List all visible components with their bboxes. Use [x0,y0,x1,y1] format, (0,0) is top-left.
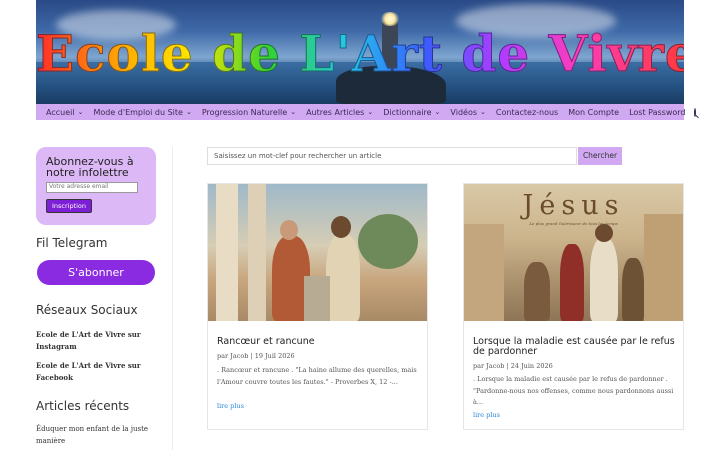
sidebar-divider [172,147,173,450]
article-search-button[interactable]: Chercher [578,147,622,165]
post-card: Rancœur et rancune par Jacob | 19 Juil 2… [207,183,428,430]
recent-article-link[interactable]: Éduquer mon enfant de la juste manière [36,423,161,447]
nav-item-label: Vidéos [450,107,478,117]
figure-right [326,234,360,321]
column [248,184,266,321]
post-card: Jésus Le plus grand Guérisseur de tous l… [463,183,684,430]
nav-item-vid-os[interactable]: Vidéos ⌄ [450,108,485,117]
post-meta: par Jacob | 24 Juin 2026 [473,362,553,370]
telegram-heading: Fil Telegram [36,236,108,250]
chevron-down-icon: ⌄ [185,108,192,116]
building [644,214,683,321]
figure [622,258,644,321]
read-more-link[interactable]: lire plus [217,402,244,410]
chevron-down-icon: ⌄ [367,108,374,116]
newsletter-submit-button[interactable]: Inscription [46,199,92,213]
newsletter-email-field[interactable]: Votre adresse email [46,182,138,193]
nav-item-label: Mon Compte [568,107,620,117]
search-icon[interactable] [693,107,696,117]
figure [560,244,584,321]
nav-item-label: Autres Articles [306,107,365,117]
site-title[interactable]: Ecole de L'Art de Vivre [36,25,684,82]
nav-item-label: Mode d'Emploi du Site [93,107,183,117]
chevron-down-icon: ⌄ [480,108,486,116]
well [304,276,330,321]
nav-item-mode-d-emploi-du-site[interactable]: Mode d'Emploi du Site ⌄ [93,108,191,117]
chevron-down-icon: ⌄ [290,108,297,116]
post-excerpt: . Rancœur et rancune . "La haine allume … [217,366,417,386]
nav-item-progression-naturelle[interactable]: Progression Naturelle ⌄ [202,108,296,117]
newsletter-title: Abonnez-vous à notre infolettre [46,155,134,179]
post-title[interactable]: Rancœur et rancune [217,337,422,347]
figure-jesus [590,238,618,321]
main-nav: Accueil ⌄ Mode d'Emploi du Site ⌄ Progressio… [36,104,696,120]
social-heading: Réseaux Sociaux [36,303,138,317]
social-link-instagram[interactable]: Ecole de L'Art de Vivre sur Instagram [36,329,161,353]
column [216,184,238,321]
post-title[interactable]: Lorsque la maladie est causée par le ref… [473,337,678,357]
nav-item-lost-password[interactable]: Lost Password [629,108,685,117]
nav-item-dictionnaire[interactable]: Dictionnaire ⌄ [383,108,440,117]
image-title-text: Jésus [522,190,625,221]
chevron-down-icon: ⌄ [77,108,84,116]
nav-item-label: Lost Password [629,107,686,117]
post-image[interactable]: Jésus Le plus grand Guérisseur de tous l… [464,184,683,321]
image-subtitle-text: Le plus grand Guérisseur de tous les tem… [529,221,618,226]
nav-item-mon-compte[interactable]: Mon Compte [568,108,619,117]
post-image[interactable] [208,184,427,321]
nav-item-autres-articles[interactable]: Autres Articles ⌄ [306,108,373,117]
telegram-subscribe-button[interactable]: S'abonner [37,260,155,285]
post-meta: par Jacob | 19 Juil 2026 [217,352,295,360]
figure-jesus-head [595,224,613,242]
figure-left-head [280,220,298,240]
social-link-facebook[interactable]: Ecole de L'Art de Vivre sur Facebook [36,360,161,384]
tree [358,214,418,269]
building [464,224,504,321]
post-excerpt: . Lorsque la maladie est causée par le r… [473,375,674,406]
newsletter-widget: Abonnez-vous à notre infolettre Votre ad… [36,147,156,225]
chevron-down-icon: ⌄ [434,108,441,116]
header-banner[interactable]: Ecole de L'Art de Vivre [36,0,684,104]
nav-item-label: Progression Naturelle [201,107,288,117]
article-search-input[interactable]: Saisissez un mot-clef pour rechercher un… [207,147,577,165]
read-more-link[interactable]: lire plus [473,411,500,419]
recent-articles-heading: Articles récents [36,399,130,413]
nav-item-label: Dictionnaire [383,107,432,117]
figure [524,262,550,321]
nav-item-contactez-nous[interactable]: Contactez-nous [496,108,558,117]
figure-right-head [331,216,351,238]
nav-item-label: Accueil [46,107,75,117]
nav-item-accueil[interactable]: Accueil ⌄ [46,108,83,117]
nav-item-label: Contactez-nous [495,107,559,117]
